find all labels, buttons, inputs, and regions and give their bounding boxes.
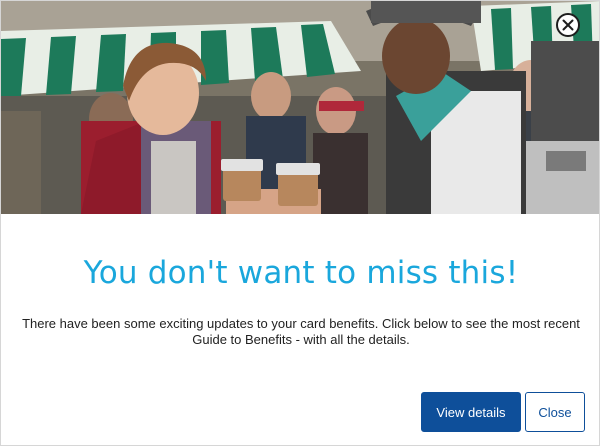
view-details-button[interactable]: View details	[421, 392, 521, 432]
market-coffee-photo	[1, 1, 599, 214]
hero-image	[1, 1, 599, 214]
close-icon-button[interactable]	[556, 13, 580, 37]
dialog-title: You don't want to miss this!	[83, 255, 519, 291]
benefits-dialog: You don't want to miss this! There have …	[0, 0, 600, 446]
close-button[interactable]: Close	[525, 392, 585, 432]
dialog-message: There have been some exciting updates to…	[22, 316, 580, 347]
close-icon	[562, 19, 574, 31]
